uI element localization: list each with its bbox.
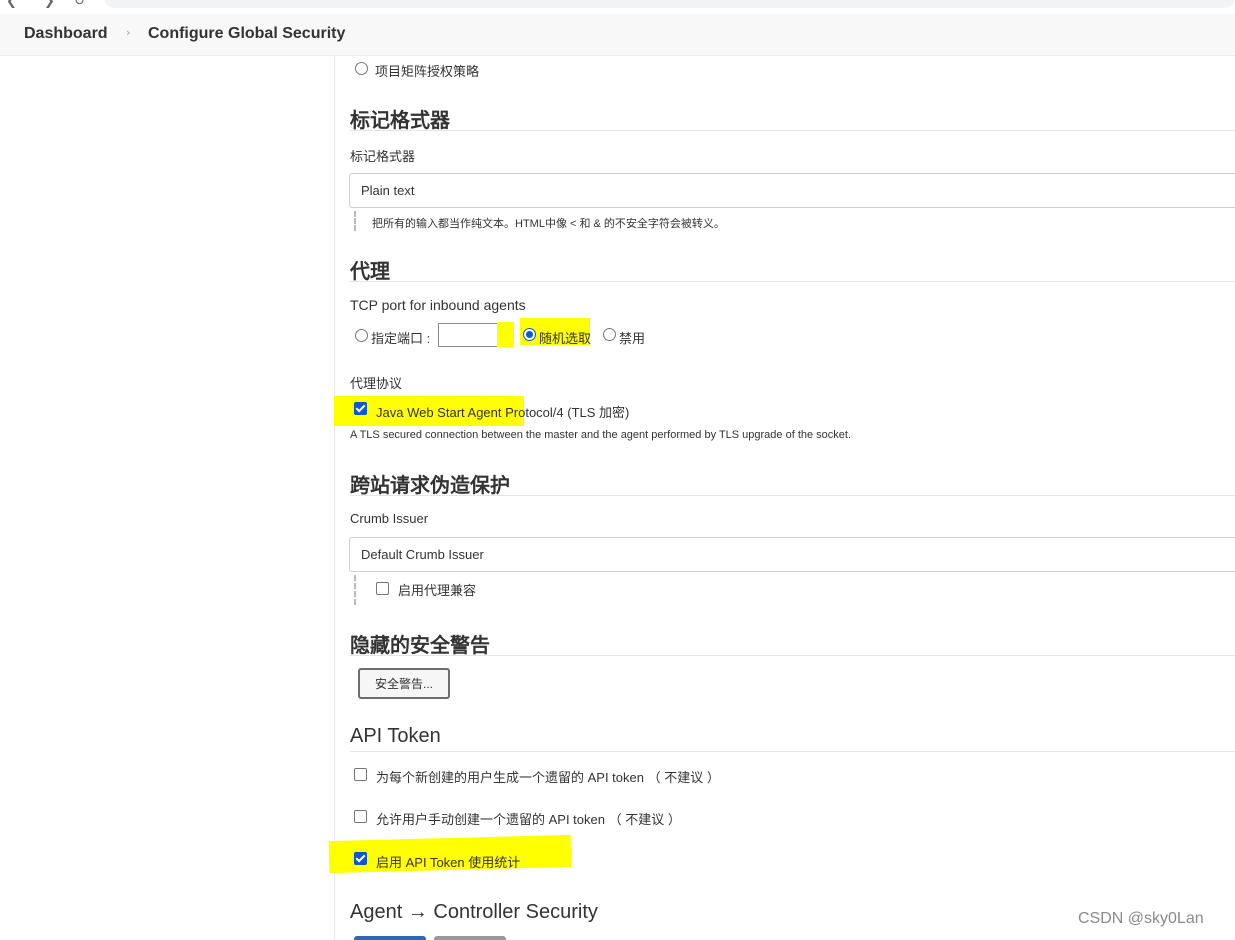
markup-formatter-help: 把所有的输入都当作纯文本。HTML中像 < 和 & 的不安全字符会被转义。 (372, 218, 725, 230)
crumb-issuer-value: Default Crumb Issuer (361, 547, 484, 562)
browser-toolbar: ❮ ❯ ↻ (0, 0, 1235, 14)
legacy-token-new-users-label: 为每个新创建的用户生成一个遗留的 API token （ 不建议 ） (376, 770, 720, 785)
section-divider (350, 655, 1235, 656)
section-divider (350, 281, 1235, 282)
sidebar-divider (334, 56, 335, 940)
breadcrumb-current-page[interactable]: Configure Global Security (148, 25, 345, 43)
jnlp4-protocol-checkbox[interactable] (354, 402, 367, 415)
markup-formatter-value: Plain text (361, 183, 415, 198)
agent-protocols-label: 代理协议 (350, 376, 403, 391)
disable-port-label: 禁用 (619, 331, 646, 346)
fixed-port-label: 指定端口 : (371, 331, 431, 346)
markup-formatter-label: 标记格式器 (350, 149, 416, 164)
section-divider (350, 751, 1235, 752)
apply-button[interactable] (434, 936, 506, 940)
markup-formatter-heading: 标记格式器 (350, 108, 450, 132)
markup-formatter-select[interactable]: Plain text (349, 173, 1235, 208)
address-bar[interactable] (104, 0, 1235, 8)
section-divider (350, 495, 1235, 496)
breadcrumb-dashboard[interactable]: Dashboard (24, 25, 108, 43)
crumb-issuer-select[interactable]: Default Crumb Issuer (349, 537, 1235, 572)
breadcrumb-chevron-icon[interactable]: › (126, 26, 130, 39)
tcp-port-label: TCP port for inbound agents (350, 297, 526, 313)
random-port-radio[interactable] (523, 328, 536, 341)
watermark: CSDN @sky0Lan (1078, 910, 1204, 927)
breadcrumb: Dashboard › Configure Global Security (0, 14, 1235, 56)
fixed-port-radio[interactable] (355, 329, 368, 342)
forward-icon[interactable]: ❯ (44, 0, 55, 9)
back-icon[interactable]: ❮ (6, 0, 17, 9)
reload-icon[interactable]: ↻ (74, 0, 85, 9)
token-usage-stats-label: 启用 API Token 使用统计 (376, 855, 521, 870)
legacy-token-manual-checkbox[interactable] (354, 810, 367, 823)
api-token-heading: API Token (350, 725, 441, 747)
proxy-compat-label: 启用代理兼容 (398, 583, 477, 598)
disable-port-radio[interactable] (603, 328, 616, 341)
section-divider (350, 130, 1235, 131)
project-matrix-radio[interactable] (355, 62, 368, 75)
random-port-label: 随机选取 (539, 331, 592, 346)
save-button[interactable] (354, 936, 426, 940)
agents-heading: 代理 (350, 259, 390, 283)
legacy-token-new-users-checkbox[interactable] (354, 768, 367, 781)
csrf-heading: 跨站请求伪造保护 (350, 473, 510, 497)
hidden-warnings-heading: 隐藏的安全警告 (350, 633, 490, 657)
agent-controller-heading: Agent → Controller Security (350, 901, 598, 923)
help-dashline (354, 211, 356, 231)
token-usage-stats-checkbox[interactable] (354, 852, 367, 865)
highlight-mark (497, 322, 514, 347)
legacy-token-manual-label: 允许用户手动创建一个遗留的 API token （ 不建议 ） (376, 812, 681, 827)
proxy-compat-checkbox[interactable] (376, 582, 389, 595)
project-matrix-label: 项目矩阵授权策略 (375, 64, 480, 79)
jnlp4-protocol-label: Java Web Start Agent Protocol/4 (TLS 加密) (376, 405, 630, 420)
jnlp4-protocol-description: A TLS secured connection between the mas… (350, 429, 852, 441)
help-dashline (354, 575, 356, 605)
security-warnings-button[interactable]: 安全警告... (358, 668, 450, 699)
crumb-issuer-label: Crumb Issuer (350, 511, 429, 526)
